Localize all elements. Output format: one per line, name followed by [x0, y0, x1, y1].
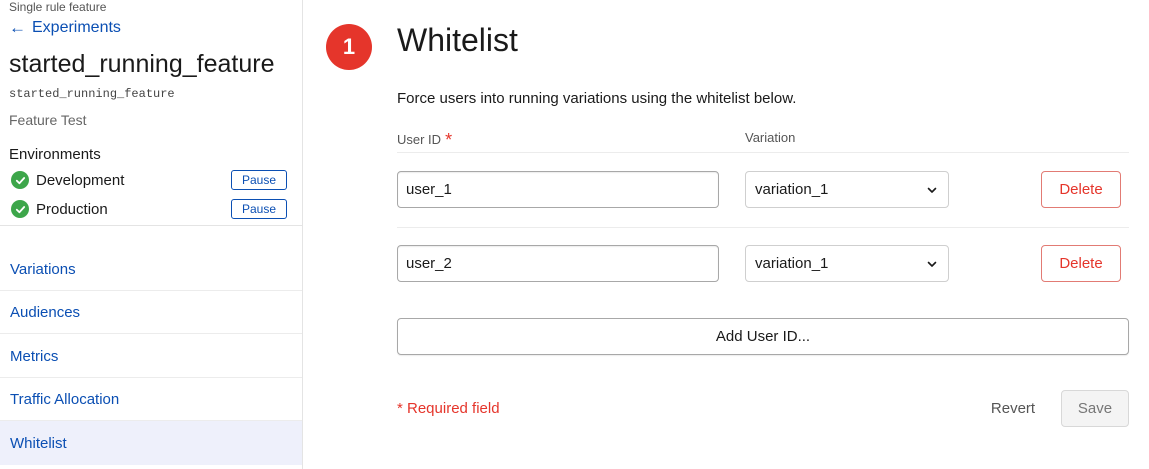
user-id-input-1[interactable]: [397, 171, 719, 208]
required-field-note: * Required field: [397, 400, 500, 417]
feature-type: Feature Test: [9, 112, 87, 128]
sidebar: Single rule feature ← Experiments starte…: [0, 0, 303, 469]
back-to-experiments-link[interactable]: ← Experiments: [9, 18, 121, 38]
variation-select-value: variation_1: [755, 255, 829, 272]
chevron-down-icon: [927, 261, 937, 267]
page-description: Force users into running variations usin…: [397, 90, 797, 107]
nav-item-audiences[interactable]: Audiences: [0, 291, 302, 334]
header-divider: [397, 152, 1129, 153]
variation-select-2[interactable]: variation_1: [745, 245, 949, 282]
feature-title: started_running_feature: [9, 50, 275, 78]
back-link-label: Experiments: [32, 19, 121, 36]
row-divider: [397, 227, 1129, 228]
feature-kind-label: Single rule feature: [9, 0, 107, 14]
check-circle-icon: [11, 200, 29, 218]
user-id-label-text: User ID: [397, 132, 442, 147]
chevron-down-icon: [927, 187, 937, 193]
required-marker: *: [445, 130, 453, 150]
user-id-column-label: User ID *: [397, 130, 452, 151]
nav-item-variations[interactable]: Variations: [0, 248, 302, 291]
user-id-input-2[interactable]: [397, 245, 719, 282]
check-circle-icon: [11, 171, 29, 189]
nav-item-metrics[interactable]: Metrics: [0, 335, 302, 378]
add-user-id-button[interactable]: Add User ID...: [397, 318, 1129, 355]
feature-key: started_running_feature: [9, 87, 175, 101]
sidebar-divider: [0, 225, 303, 226]
environments-heading: Environments: [9, 146, 101, 163]
pause-development-button[interactable]: Pause: [231, 170, 287, 190]
variation-column-label: Variation: [745, 130, 796, 145]
variation-select-1[interactable]: variation_1: [745, 171, 949, 208]
revert-button[interactable]: Revert: [985, 390, 1041, 427]
delete-row-2-button[interactable]: Delete: [1041, 245, 1121, 282]
environment-name: Development: [36, 171, 125, 189]
pause-production-button[interactable]: Pause: [231, 199, 287, 219]
environment-row-development: Development Pause: [9, 169, 287, 191]
nav-item-whitelist[interactable]: Whitelist: [0, 421, 302, 465]
step-number-badge: 1: [326, 24, 372, 70]
environment-name: Production: [36, 200, 108, 218]
variation-select-value: variation_1: [755, 181, 829, 198]
save-button[interactable]: Save: [1061, 390, 1129, 427]
environment-row-production: Production Pause: [9, 198, 287, 220]
delete-row-1-button[interactable]: Delete: [1041, 171, 1121, 208]
nav-item-traffic-allocation[interactable]: Traffic Allocation: [0, 378, 302, 421]
arrow-left-icon: ←: [9, 18, 26, 37]
page-title: Whitelist: [397, 22, 518, 58]
